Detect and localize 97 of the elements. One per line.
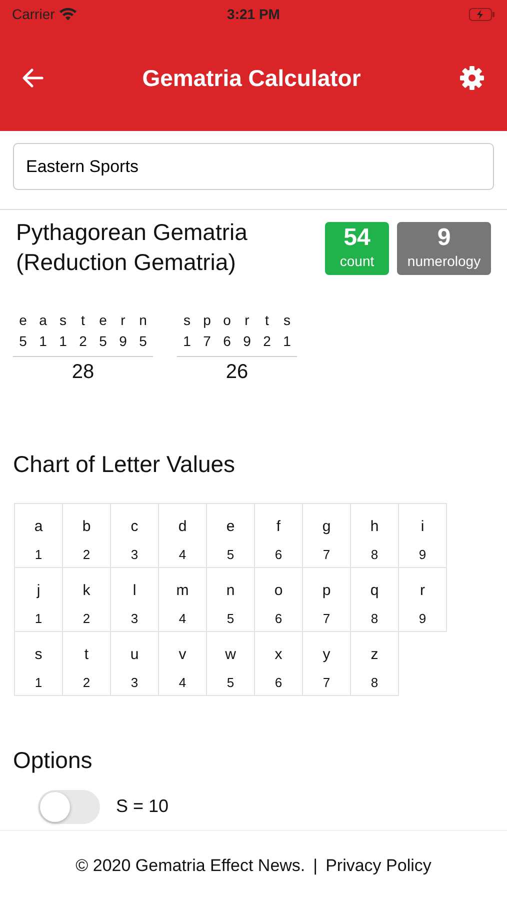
chart-letter: q xyxy=(369,581,380,602)
chart-letter: g xyxy=(321,517,332,538)
chart-value: 6 xyxy=(274,610,284,628)
toggle-switch[interactable] xyxy=(38,790,100,824)
chart-value: 5 xyxy=(226,546,236,564)
chart-letter: p xyxy=(321,581,332,602)
chart-letter: n xyxy=(225,581,236,602)
chart-value: 3 xyxy=(130,674,140,692)
page-title: Gematria Calculator xyxy=(142,64,361,93)
word-letter: e xyxy=(18,310,28,330)
chart-value: 8 xyxy=(370,674,380,692)
status-time: 3:21 PM xyxy=(227,4,280,24)
letter-value: 5 xyxy=(98,332,108,351)
chart-letter: m xyxy=(175,581,190,602)
chart-value: 2 xyxy=(82,610,92,628)
chart-value: 7 xyxy=(322,610,332,628)
chart-letter: c xyxy=(130,517,140,538)
chart-value: 6 xyxy=(274,546,284,564)
letter-value: 1 xyxy=(38,332,48,351)
word-letter: t xyxy=(264,310,270,330)
letter-value: 9 xyxy=(118,332,128,351)
chart-letter: s xyxy=(34,645,44,666)
word-letter: n xyxy=(138,310,148,330)
letter-value: 2 xyxy=(78,332,88,351)
chart-value: 3 xyxy=(130,546,140,564)
chart-letter: b xyxy=(81,517,92,538)
word-total: 28 xyxy=(13,356,153,387)
word-letter: s xyxy=(182,310,192,330)
chart-value: 2 xyxy=(82,674,92,692)
back-button[interactable] xyxy=(22,68,44,88)
chart-letter: d xyxy=(177,517,188,538)
chart-letter: x xyxy=(274,645,284,666)
chart-letter: a xyxy=(33,517,44,538)
chart-letter: o xyxy=(273,581,284,602)
word-letter: s xyxy=(282,310,292,330)
chart-letter: u xyxy=(129,645,140,666)
chart-value: 8 xyxy=(370,610,380,628)
count-badge: 54 count xyxy=(325,222,389,276)
options-heading: Options xyxy=(13,746,94,776)
word-letter: e xyxy=(98,310,108,330)
chart-letter: k xyxy=(82,581,92,602)
word-letter: t xyxy=(80,310,86,330)
chart-value: 2 xyxy=(82,546,92,564)
chart-letter: v xyxy=(178,645,188,666)
chart-value: 7 xyxy=(322,674,332,692)
chart-letter: e xyxy=(225,517,236,538)
chart-value: 4 xyxy=(178,610,188,628)
chart-letter: h xyxy=(369,517,380,538)
result-title: Pythagorean Gematria (Reduction Gematria) xyxy=(16,218,248,277)
letter-value: 5 xyxy=(18,332,28,351)
letter-value: 1 xyxy=(282,332,292,351)
search-field[interactable]: Eastern Sports xyxy=(13,143,494,190)
chart-heading: Chart of Letter Values xyxy=(13,450,236,479)
chart-value: 1 xyxy=(34,674,44,692)
chart-value: 5 xyxy=(226,674,236,692)
separator-text: | xyxy=(313,854,318,877)
chart-value: 1 xyxy=(34,610,44,628)
privacy-policy-link[interactable]: Privacy Policy xyxy=(326,852,432,878)
word-letter: r xyxy=(244,310,250,330)
letter-value: 1 xyxy=(182,332,192,351)
chart-letter: j xyxy=(36,581,42,602)
word-letter: r xyxy=(120,310,126,330)
letter-value: 7 xyxy=(202,332,212,351)
chart-letter: l xyxy=(132,581,138,602)
chart-value: 9 xyxy=(418,610,428,628)
settings-button[interactable] xyxy=(459,65,485,91)
chart-value: 6 xyxy=(274,674,284,692)
chart-value: 5 xyxy=(226,610,236,628)
chart-value: 8 xyxy=(370,546,380,564)
letter-value: 1 xyxy=(58,332,68,351)
chart-letter: w xyxy=(224,645,237,666)
word-letter: o xyxy=(222,310,232,330)
chart-value: 7 xyxy=(322,546,332,564)
carrier-name: Carrier xyxy=(12,4,55,24)
letter-value: 5 xyxy=(138,332,148,351)
chart-value: 3 xyxy=(130,610,140,628)
chart-letter: y xyxy=(322,645,332,666)
chart-value: 4 xyxy=(178,546,188,564)
word-total: 26 xyxy=(177,356,297,387)
chart-letter: f xyxy=(275,517,282,538)
option-label: S = 10 xyxy=(116,795,169,818)
letter-value: 6 xyxy=(222,332,232,351)
word-letter: a xyxy=(38,310,48,330)
word-letter: s xyxy=(58,310,68,330)
copyright-text: © 2020 Gematria Effect News. xyxy=(76,854,306,877)
chart-letter: i xyxy=(420,517,426,538)
chart-letter: z xyxy=(370,645,380,666)
chart-letter: r xyxy=(419,581,426,602)
wifi-icon xyxy=(58,8,77,20)
chart-value: 9 xyxy=(418,546,428,564)
letter-value: 9 xyxy=(242,332,252,351)
letter-value: 2 xyxy=(262,332,272,351)
word-letter: p xyxy=(202,310,212,330)
chart-letter: t xyxy=(83,645,90,666)
chart-value: 1 xyxy=(34,546,44,564)
numerology-badge: 9 numerology xyxy=(397,222,491,276)
chart-value: 4 xyxy=(178,674,188,692)
